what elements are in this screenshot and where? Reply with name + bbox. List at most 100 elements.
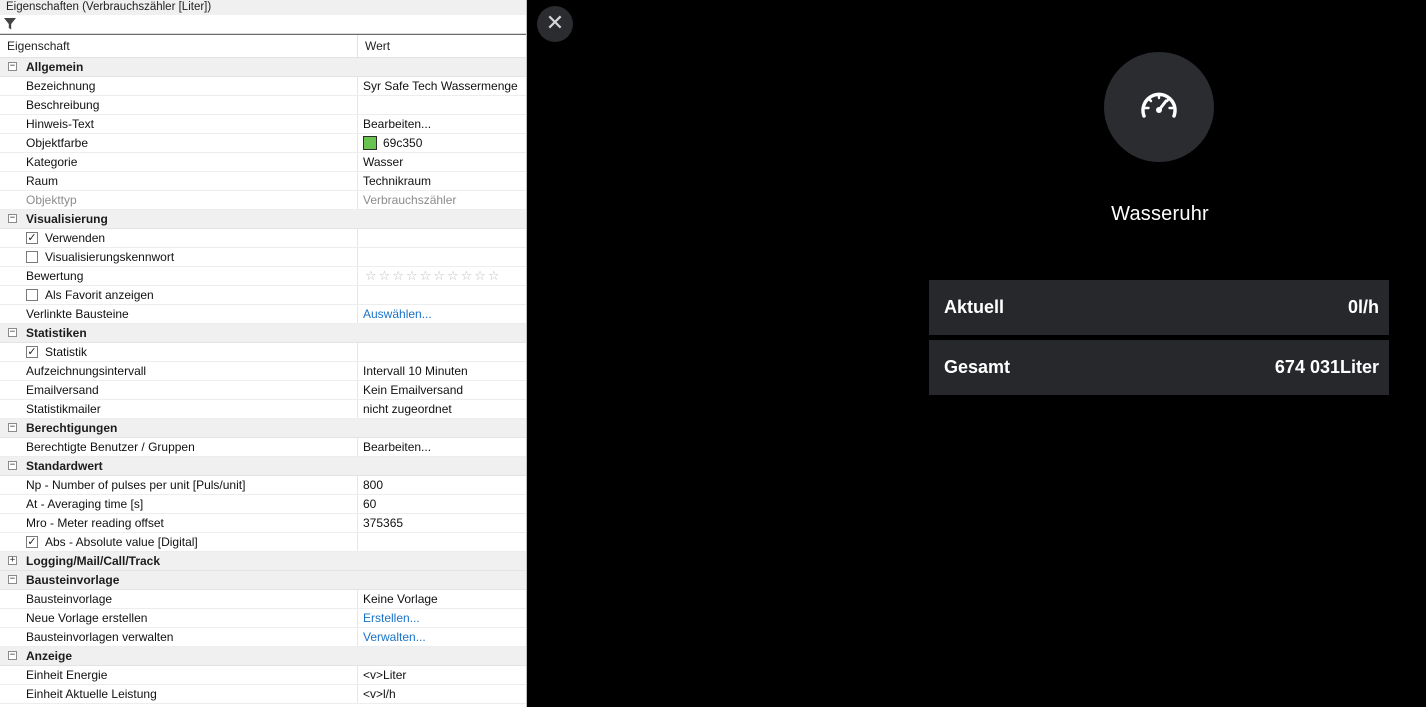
property-row[interactable]: ✓ Statistik [0,343,526,362]
property-value-text: 60 [363,497,377,511]
filter-icon[interactable] [3,17,17,31]
property-row[interactable]: Einheit Aktuelle Leistung <v>l/h [0,685,526,704]
property-row[interactable]: Kategorie Wasser [0,153,526,172]
category-row[interactable]: − Anzeige [0,647,526,666]
category-row[interactable]: − Berechtigungen [0,419,526,438]
close-button[interactable]: ✕ [537,6,573,42]
property-row[interactable]: Mro - Meter reading offset 375365 [0,514,526,533]
property-value[interactable]: nicht zugeordnet [358,400,526,418]
property-row[interactable]: ✓ Verwenden [0,229,526,248]
property-checkbox[interactable]: ✓ [26,232,38,244]
property-value-text: Bearbeiten... [363,440,432,454]
property-row[interactable]: Np - Number of pulses per unit [Puls/uni… [0,476,526,495]
star-icon[interactable]: ☆ [488,267,500,285]
collapse-icon[interactable]: − [8,651,17,660]
category-row[interactable]: − Statistiken [0,324,526,343]
property-value[interactable]: Intervall 10 Minuten [358,362,526,380]
property-link[interactable]: Erstellen... [358,609,526,627]
star-icon[interactable]: ☆ [365,267,377,285]
property-value[interactable]: ☆ ☆ ☆ ☆ ☆ ☆ ☆ ☆ ☆ ☆ [358,267,526,285]
property-value[interactable]: Kein Emailversand [358,381,526,399]
property-row[interactable]: Bausteinvorlage Keine Vorlage [0,590,526,609]
star-icon[interactable]: ☆ [433,267,445,285]
property-value[interactable]: Bearbeiten... [358,115,526,133]
property-checkbox[interactable]: ✓ [26,536,38,548]
category-row[interactable]: − Bausteinvorlage [0,571,526,590]
star-icon[interactable]: ☆ [474,267,486,285]
property-row[interactable]: Aufzeichnungsintervall Intervall 10 Minut… [0,362,526,381]
property-value[interactable] [358,343,526,361]
collapse-icon[interactable]: − [8,62,17,71]
property-value[interactable]: Keine Vorlage [358,590,526,608]
property-row[interactable]: Raum Technikraum [0,172,526,191]
property-link[interactable]: Auswählen... [358,305,526,323]
property-link[interactable]: Verwalten... [358,628,526,646]
column-header-property[interactable]: Eigenschaft [0,35,358,57]
property-row[interactable]: Objekttyp Verbrauchszähler [0,191,526,210]
property-row[interactable]: Statistikmailer nicht zugeordnet [0,400,526,419]
property-row[interactable]: Bewertung ☆ ☆ ☆ ☆ ☆ ☆ ☆ ☆ ☆ ☆ [0,267,526,286]
column-header-value[interactable]: Wert [358,35,390,57]
property-row[interactable]: Beschreibung [0,96,526,115]
property-row[interactable]: ✓ Abs - Absolute value [Digital] [0,533,526,552]
property-checkbox[interactable]: ✓ [26,346,38,358]
property-row[interactable]: At - Averaging time [s] 60 [0,495,526,514]
property-value[interactable] [358,229,526,247]
property-value[interactable]: 60 [358,495,526,513]
property-value[interactable] [358,286,526,304]
property-row[interactable]: Visualisierungskennwort [0,248,526,267]
collapse-icon[interactable]: − [8,423,17,432]
property-value[interactable]: <v>Liter [358,666,526,684]
property-value[interactable]: Bearbeiten... [358,438,526,456]
property-value[interactable]: <v>l/h [358,685,526,703]
collapse-icon[interactable]: − [8,214,17,223]
rating-stars[interactable]: ☆ ☆ ☆ ☆ ☆ ☆ ☆ ☆ ☆ ☆ [363,267,500,285]
category-row[interactable]: − Standardwert [0,457,526,476]
property-row[interactable]: Emailversand Kein Emailversand [0,381,526,400]
property-name: Abs - Absolute value [Digital] [0,533,358,551]
collapse-icon[interactable]: − [8,575,17,584]
star-icon[interactable]: ☆ [447,267,459,285]
color-swatch[interactable] [363,136,377,150]
property-value[interactable]: 800 [358,476,526,494]
property-row[interactable]: Hinweis-Text Bearbeiten... [0,115,526,134]
property-row[interactable]: Bausteinvorlagen verwalten Verwalten... [0,628,526,647]
collapse-icon[interactable]: − [8,461,17,470]
current-label: Aktuell [944,297,1005,317]
star-icon[interactable]: ☆ [379,267,391,285]
property-row[interactable]: Als Favorit anzeigen [0,286,526,305]
property-row[interactable]: Bezeichnung Syr Safe Tech Wassermenge [0,77,526,96]
category-row[interactable]: + Logging/Mail/Call/Track [0,552,526,571]
property-value[interactable] [358,248,526,266]
property-value[interactable]: 375365 [358,514,526,532]
collapse-icon[interactable]: − [8,328,17,337]
property-row[interactable]: Verlinkte Bausteine Auswählen... [0,305,526,324]
property-value[interactable]: Syr Safe Tech Wassermenge [358,77,526,95]
star-icon[interactable]: ☆ [420,267,432,285]
property-value[interactable] [358,96,526,114]
category-row[interactable]: − Allgemein [0,58,526,77]
current-value-card[interactable]: Aktuell 0l/h [929,280,1389,335]
property-value[interactable]: Technikraum [358,172,526,190]
property-value-text: Technikraum [363,174,432,188]
property-checkbox[interactable] [26,289,38,301]
expand-icon[interactable]: + [8,556,17,565]
property-value[interactable] [358,533,526,551]
property-row[interactable]: Neue Vorlage erstellen Erstellen... [0,609,526,628]
property-value[interactable]: Wasser [358,153,526,171]
category-row[interactable]: − Visualisierung [0,210,526,229]
panel-toolbar [0,15,526,34]
property-row[interactable]: Objektfarbe 69c350 [0,134,526,153]
property-row[interactable]: Einheit Energie <v>Liter [0,666,526,685]
star-icon[interactable]: ☆ [392,267,404,285]
total-value-card[interactable]: Gesamt 674 031Liter [929,340,1389,395]
star-icon[interactable]: ☆ [406,267,418,285]
property-row[interactable]: Berechtigte Benutzer / Gruppen Bearbeiten… [0,438,526,457]
property-value-text: 800 [363,478,384,492]
property-value[interactable]: 69c350 [358,134,526,152]
current-value: 0l/h [1347,297,1379,317]
star-icon[interactable]: ☆ [461,267,473,285]
property-name: Statistik [0,343,358,361]
property-value[interactable]: Verbrauchszähler [358,191,526,209]
property-checkbox[interactable] [26,251,38,263]
